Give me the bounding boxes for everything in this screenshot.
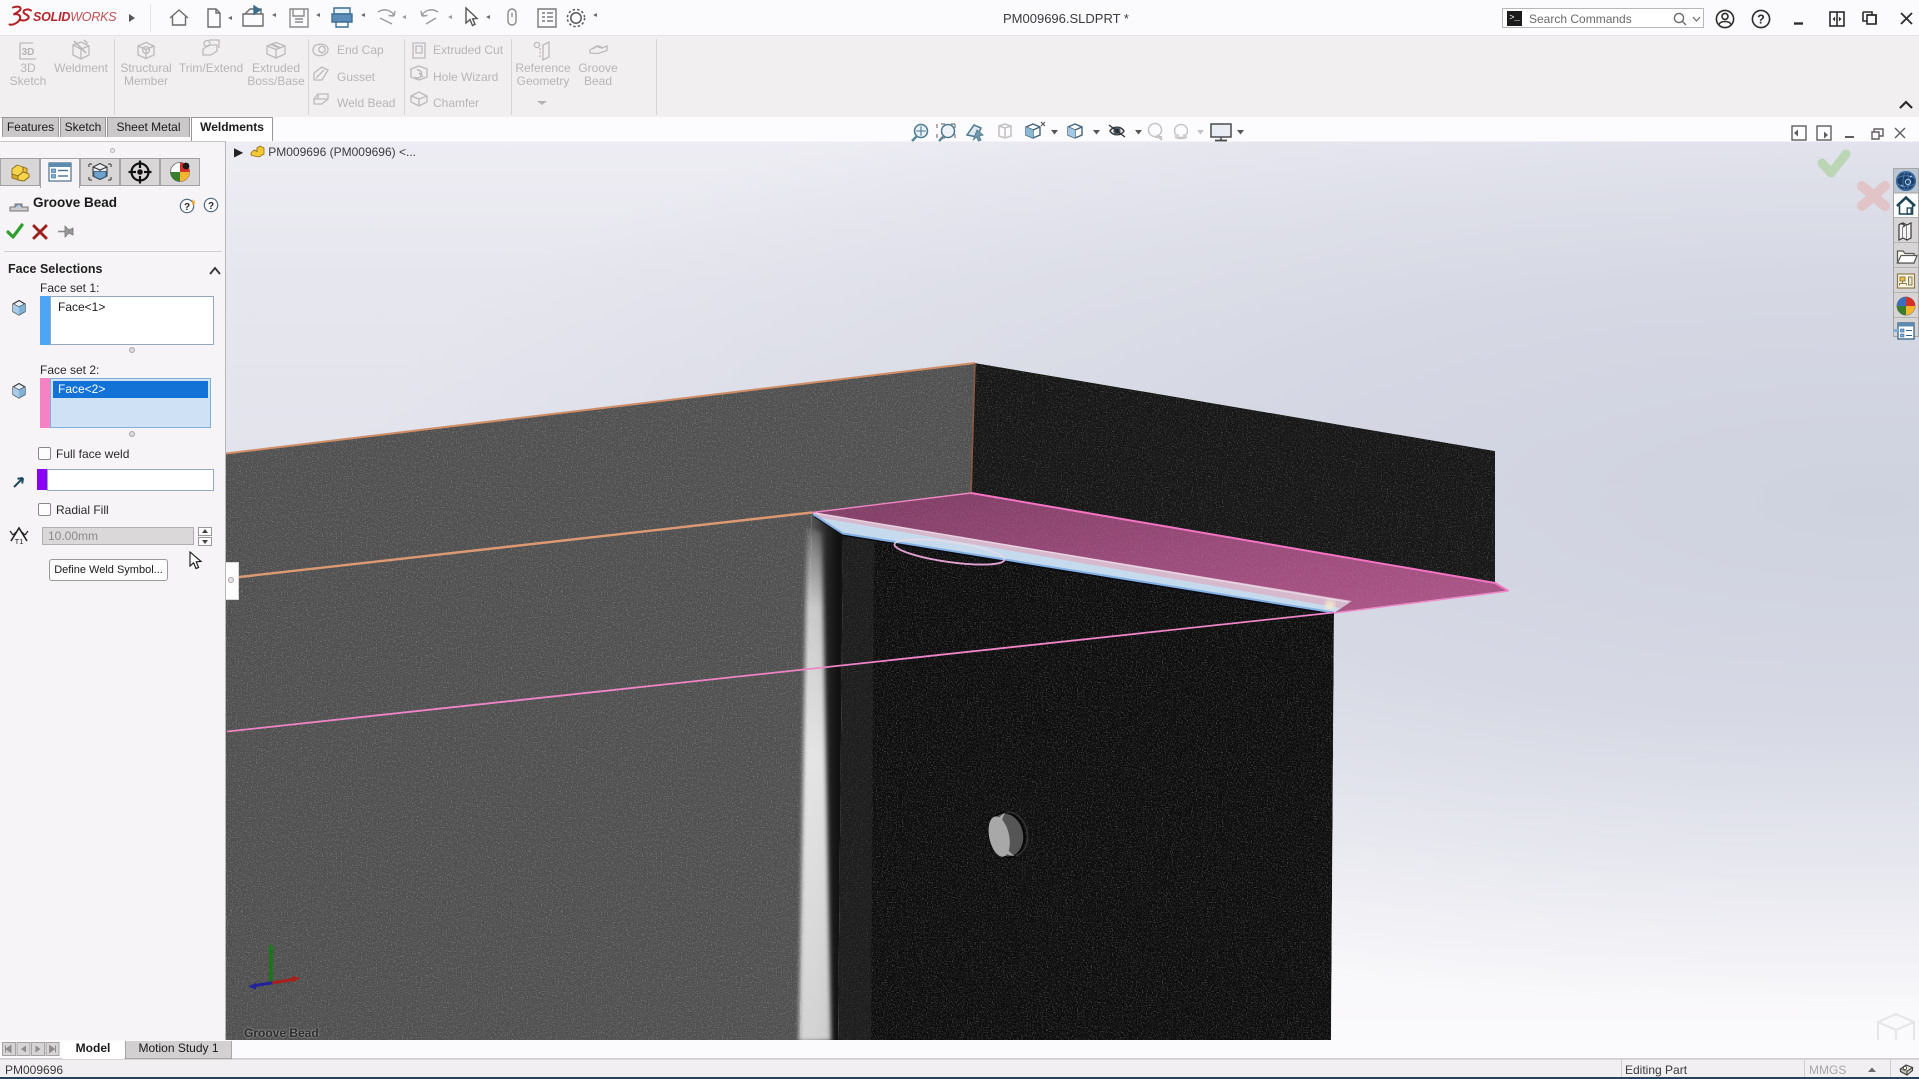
svg-text:SOLIDWORKS: SOLIDWORKS [33,10,117,24]
svg-text:?: ? [208,201,214,212]
svg-text:?: ? [1757,13,1765,27]
svg-text:3D: 3D [22,47,35,58]
svg-text:?: ? [184,202,190,213]
svg-text:T1: T1 [15,537,24,545]
